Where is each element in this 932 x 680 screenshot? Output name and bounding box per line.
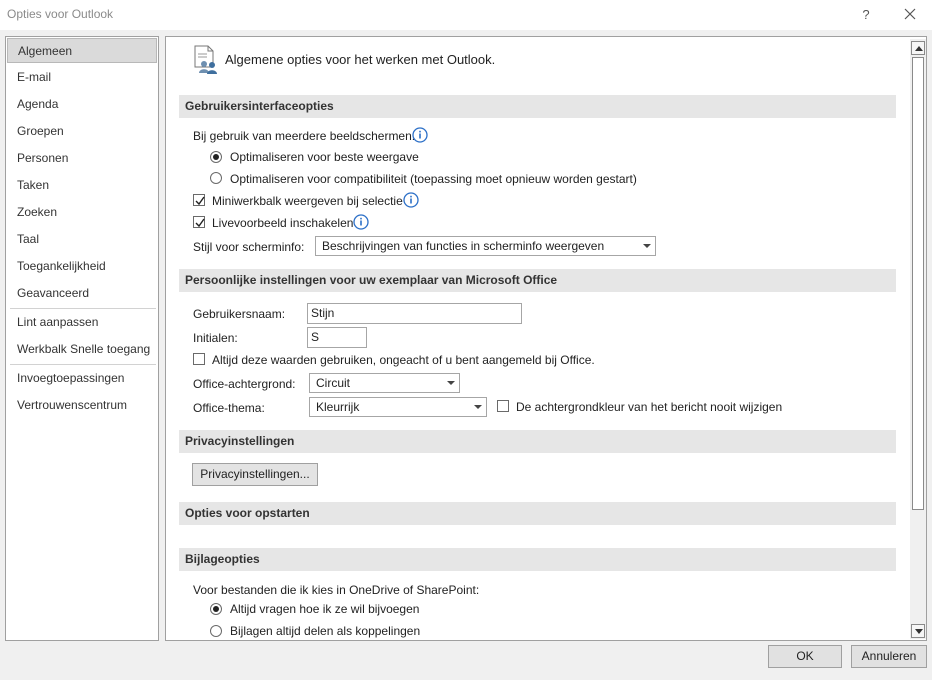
nav-item-toegankelijkheid[interactable]: Toegankelijkheid bbox=[7, 254, 157, 279]
nav-item-taken[interactable]: Taken bbox=[7, 173, 157, 198]
mini-toolbar-checkbox[interactable] bbox=[193, 194, 205, 206]
attachments-label: Voor bestanden die ik kies in OneDrive o… bbox=[193, 583, 480, 597]
nav-item-werkbalk-snelle-toegang[interactable]: Werkbalk Snelle toegang bbox=[7, 337, 157, 362]
people-options-icon bbox=[194, 45, 217, 74]
window-title: Opties voor Outlook bbox=[7, 7, 114, 21]
section-attachments: Bijlageopties bbox=[179, 548, 896, 571]
category-nav: Algemeen E-mail Agenda Groepen Personen … bbox=[5, 36, 159, 641]
office-background-label: Office-achtergrond: bbox=[193, 377, 296, 391]
nav-item-agenda[interactable]: Agenda bbox=[7, 92, 157, 117]
nav-item-geavanceerd[interactable]: Geavanceerd bbox=[7, 281, 157, 306]
nav-divider bbox=[10, 308, 156, 309]
radio-best-display-label: Optimaliseren voor beste weergave bbox=[230, 150, 419, 164]
radio-ask-attach[interactable] bbox=[210, 603, 222, 615]
multi-screen-label: Bij gebruik van meerdere beeldschermen: bbox=[193, 129, 416, 143]
section-privacy: Privacyinstellingen bbox=[179, 430, 896, 453]
nav-item-zoeken[interactable]: Zoeken bbox=[7, 200, 157, 225]
nav-item-algemeen[interactable]: Algemeen bbox=[7, 38, 157, 63]
help-button[interactable]: ? bbox=[854, 4, 878, 24]
checkmark-icon bbox=[195, 196, 205, 206]
live-preview-checkbox[interactable] bbox=[193, 216, 205, 228]
radio-compatibility-label: Optimaliseren voor compatibiliteit (toep… bbox=[230, 172, 637, 186]
live-preview-label: Livevoorbeeld inschakelen bbox=[212, 216, 354, 230]
username-label: Gebruikersnaam: bbox=[193, 307, 286, 321]
close-icon bbox=[904, 8, 916, 20]
vertical-scrollbar[interactable] bbox=[910, 39, 926, 639]
username-input[interactable]: Stijn bbox=[307, 303, 522, 324]
scroll-thumb[interactable] bbox=[912, 57, 924, 510]
ok-button[interactable]: OK bbox=[768, 645, 842, 668]
nav-item-lint-aanpassen[interactable]: Lint aanpassen bbox=[7, 310, 157, 335]
chevron-down-icon bbox=[643, 244, 651, 248]
privacy-settings-button[interactable]: Privacyinstellingen... bbox=[192, 463, 318, 486]
initials-input[interactable]: S bbox=[307, 327, 367, 348]
info-icon[interactable] bbox=[403, 192, 419, 208]
page-heading: Algemene opties voor het werken met Outl… bbox=[225, 52, 496, 67]
info-icon[interactable] bbox=[353, 214, 369, 230]
info-icon[interactable] bbox=[412, 127, 428, 143]
section-startup: Opties voor opstarten bbox=[179, 502, 896, 525]
office-theme-value: Kleurrijk bbox=[316, 400, 360, 414]
radio-share-links[interactable] bbox=[210, 625, 222, 637]
section-ui-options: Gebruikersinterfaceopties bbox=[179, 95, 896, 118]
nav-item-vertrouwenscentrum[interactable]: Vertrouwenscentrum bbox=[7, 393, 157, 418]
radio-compatibility[interactable] bbox=[210, 172, 222, 184]
title-bar: Opties voor Outlook ? bbox=[0, 0, 932, 30]
radio-best-display[interactable] bbox=[210, 151, 222, 163]
question-mark-icon: ? bbox=[862, 6, 870, 22]
chevron-down-icon bbox=[474, 405, 482, 409]
radio-share-links-label: Bijlagen altijd delen als koppelingen bbox=[230, 624, 421, 638]
initials-label: Initialen: bbox=[193, 331, 238, 345]
scroll-up-arrow-icon[interactable] bbox=[911, 41, 925, 55]
office-background-value: Circuit bbox=[316, 376, 351, 390]
never-change-bg-label: De achtergrondkleur van het bericht nooi… bbox=[516, 400, 783, 414]
nav-item-email[interactable]: E-mail bbox=[7, 65, 157, 90]
office-theme-label: Office-thema: bbox=[193, 401, 265, 415]
nav-item-taal[interactable]: Taal bbox=[7, 227, 157, 252]
always-use-checkbox[interactable] bbox=[193, 353, 205, 365]
office-theme-select[interactable]: Kleurrijk bbox=[309, 397, 487, 417]
screentip-style-select[interactable]: Beschrijvingen van functies in scherminf… bbox=[315, 236, 656, 256]
nav-divider bbox=[10, 364, 156, 365]
screentip-style-value: Beschrijvingen van functies in scherminf… bbox=[322, 239, 605, 253]
nav-item-groepen[interactable]: Groepen bbox=[7, 119, 157, 144]
office-background-select[interactable]: Circuit bbox=[309, 373, 460, 393]
scroll-down-arrow-icon[interactable] bbox=[911, 624, 925, 638]
always-use-label: Altijd deze waarden gebruiken, ongeacht … bbox=[212, 353, 595, 367]
options-panel: Algemene opties voor het werken met Outl… bbox=[165, 36, 927, 641]
chevron-down-icon bbox=[447, 381, 455, 385]
nav-item-invoegtoepassingen[interactable]: Invoegtoepassingen bbox=[7, 366, 157, 391]
nav-item-personen[interactable]: Personen bbox=[7, 146, 157, 171]
never-change-bg-checkbox[interactable] bbox=[497, 400, 509, 412]
mini-toolbar-label: Miniwerkbalk weergeven bij selectie bbox=[212, 194, 403, 208]
close-button[interactable] bbox=[898, 4, 922, 24]
radio-ask-attach-label: Altijd vragen hoe ik ze wil bijvoegen bbox=[230, 602, 420, 616]
screentip-label: Stijl voor scherminfo: bbox=[193, 240, 305, 254]
section-personal-settings: Persoonlijke instellingen voor uw exempl… bbox=[179, 269, 896, 292]
checkmark-icon bbox=[195, 218, 205, 228]
cancel-button[interactable]: Annuleren bbox=[851, 645, 927, 668]
